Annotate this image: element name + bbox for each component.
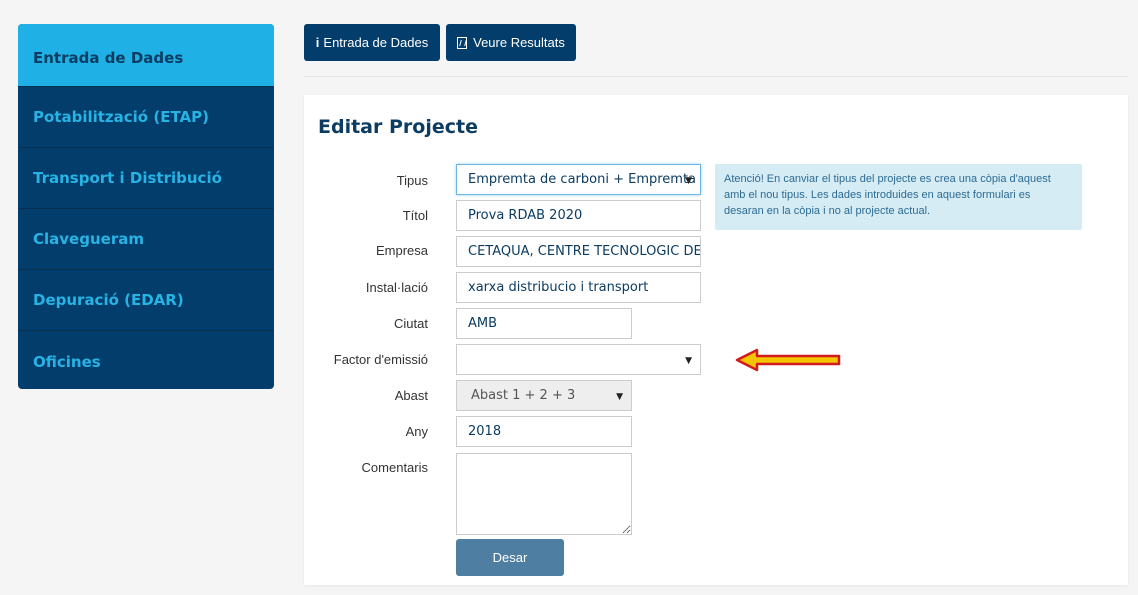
document-icon (457, 36, 468, 49)
installacio-value: xarxa distribucio i transport (468, 280, 649, 295)
sidebar-item-potabilitzacio[interactable]: Potabilització (ETAP) (18, 87, 274, 148)
sidebar-item-label: Clavegueram (33, 230, 144, 248)
installacio-input[interactable]: xarxa distribucio i transport (456, 272, 701, 303)
sidebar-item-label: Transport i Distribució (33, 169, 222, 187)
titol-input[interactable]: Prova RDAB 2020 (456, 200, 701, 231)
sidebar-item-label: Entrada de Dades (33, 49, 184, 67)
entrada-de-dades-button[interactable]: i Entrada de Dades (304, 24, 440, 61)
any-input[interactable]: 2018 (456, 416, 632, 447)
sidebar-item-entrada-de-dades[interactable]: Entrada de Dades (18, 24, 274, 87)
info-icon: i (315, 35, 320, 50)
abast-value: Abast 1 + 2 + 3 (471, 388, 576, 403)
page-title: Editar Projecte (318, 116, 478, 138)
comentaris-textarea[interactable] (456, 453, 632, 535)
sidebar-item-label: Depuració (EDAR) (33, 291, 184, 309)
empresa-value: CETAQUA, CENTRE TECNOLOGIC DE L' (468, 244, 701, 259)
veure-resultats-button[interactable]: Veure Resultats (446, 24, 576, 61)
ciutat-input[interactable]: AMB (456, 308, 632, 339)
titol-value: Prova RDAB 2020 (468, 208, 583, 223)
sidebar-item-label: Potabilització (ETAP) (33, 108, 209, 126)
factor-emissio-select[interactable]: ▼ (456, 344, 701, 375)
empresa-label: Empresa (375, 243, 428, 258)
red-arrow-annotation (735, 348, 841, 372)
any-value: 2018 (468, 424, 502, 439)
comentaris-label: Comentaris (361, 460, 428, 475)
abast-label: Abast (394, 388, 428, 403)
sidebar-item-depuracio[interactable]: Depuració (EDAR) (18, 270, 274, 331)
chevron-down-icon: ▼ (685, 356, 692, 366)
empresa-input[interactable]: CETAQUA, CENTRE TECNOLOGIC DE L' (456, 236, 701, 267)
chevron-down-icon: ▼ (685, 176, 692, 186)
abast-select[interactable]: Abast 1 + 2 + 3 ▼ (456, 380, 632, 411)
ciutat-label: Ciutat (394, 316, 428, 331)
any-label: Any (405, 424, 428, 439)
warning-alert: Atenció! En canviar el tipus del project… (715, 164, 1082, 230)
factor-emissio-label: Factor d'emissió (333, 352, 428, 367)
tipus-select[interactable]: Empremta de carboni + Empremta ▼ (456, 164, 701, 195)
ciutat-value: AMB (468, 316, 498, 331)
sidebar-item-clavegueram[interactable]: Clavegueram (18, 209, 274, 270)
sidebar-item-transport[interactable]: Transport i Distribució (18, 148, 274, 209)
installacio-label: Instal·lació (365, 280, 428, 295)
sidebar-item-label: Oficines (33, 352, 101, 371)
sidebar: Entrada de Dades Potabilització (ETAP) T… (18, 24, 274, 389)
tipus-value: Empremta de carboni + Empremta (468, 172, 697, 187)
entrada-de-dades-label: Entrada de Dades (323, 35, 429, 50)
tipus-label: Tipus (396, 173, 428, 188)
chevron-down-icon: ▼ (616, 392, 623, 402)
divider (304, 76, 1128, 77)
titol-label: Títol (402, 208, 428, 223)
veure-resultats-label: Veure Resultats (473, 35, 565, 50)
sidebar-item-oficines[interactable]: Oficines (18, 331, 274, 389)
save-button[interactable]: Desar (456, 539, 564, 576)
